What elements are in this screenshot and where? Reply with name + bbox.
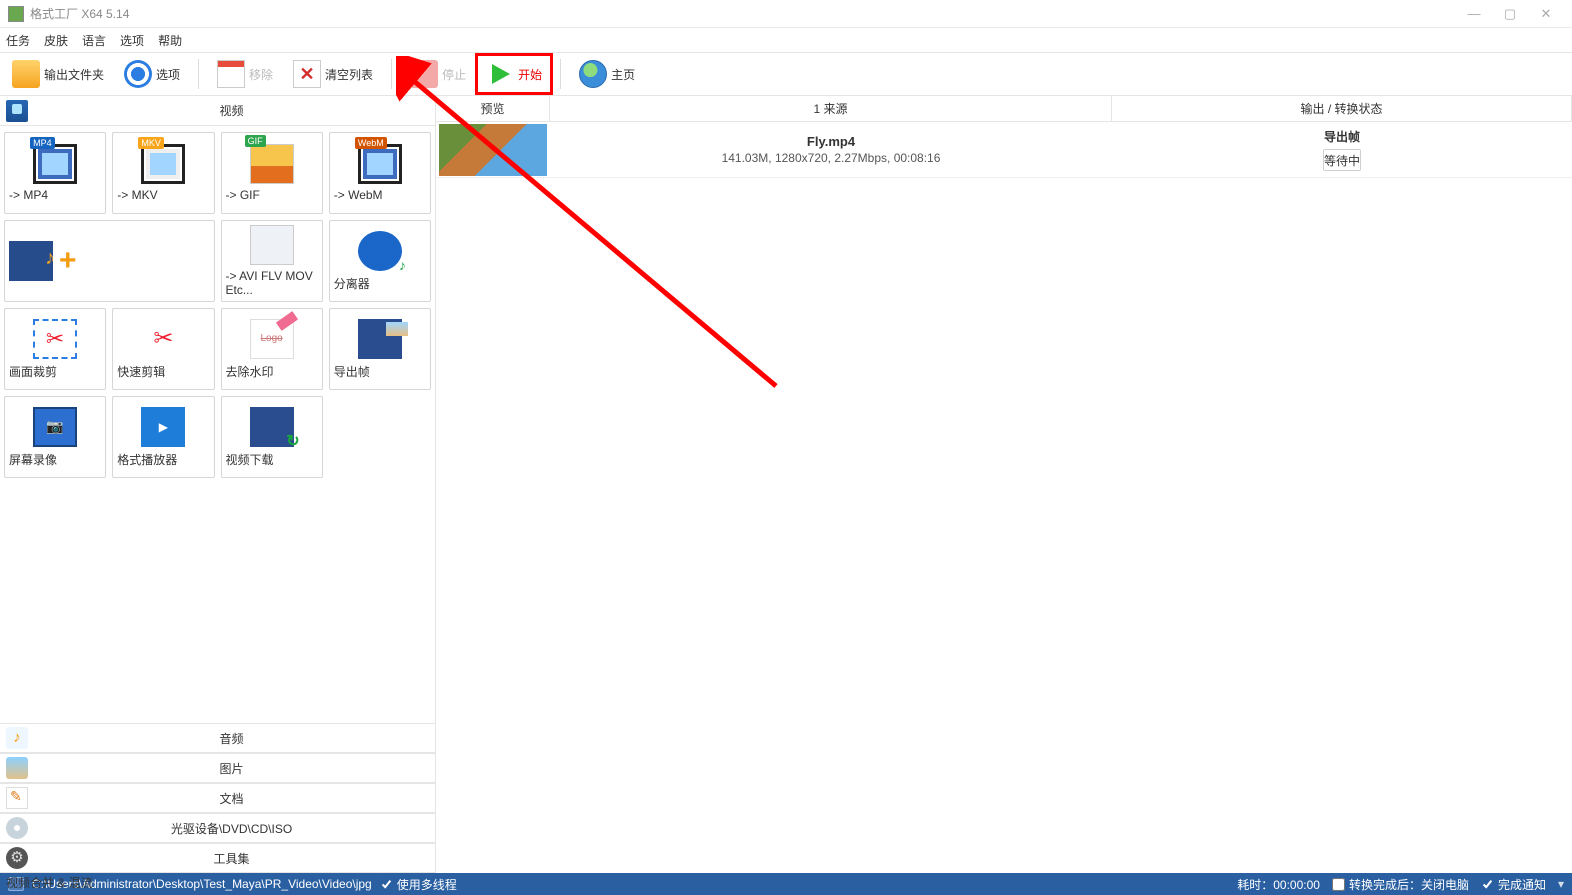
category-document-header[interactable]: 文档 (0, 783, 435, 813)
minimize-button[interactable]: — (1456, 4, 1492, 24)
merge-icon (9, 241, 53, 281)
scissors-icon (141, 319, 185, 359)
gear-icon (124, 60, 152, 88)
menubar: 任务 皮肤 语言 选项 帮助 (0, 28, 1572, 52)
player-icon (141, 407, 185, 447)
tool-merge-mux[interactable]: + 视频合并 & 混流 (4, 220, 215, 302)
status-box: 等待中 (1323, 149, 1361, 171)
category-audio-header[interactable]: 音频 (0, 723, 435, 753)
file-name: Fly.mp4 (807, 134, 855, 149)
tool-screen-record[interactable]: 屏幕录像 (4, 396, 106, 478)
clear-list-button[interactable]: 清空列表 (287, 58, 379, 90)
source-cell: Fly.mp4 141.03M, 1280x720, 2.27Mbps, 00:… (550, 122, 1112, 177)
remove-button[interactable]: 移除 (211, 58, 279, 90)
tool-to-gif[interactable]: GIF -> GIF (221, 132, 323, 214)
notify-done-toggle[interactable]: 完成通知 (1481, 876, 1546, 893)
close-button[interactable]: ✕ (1528, 4, 1564, 24)
options-button[interactable]: 选项 (118, 58, 186, 90)
task-row[interactable]: Fly.mp4 141.03M, 1280x720, 2.27Mbps, 00:… (436, 122, 1572, 178)
notify-checkbox[interactable] (1481, 878, 1494, 891)
remove-icon (217, 60, 245, 88)
folder-icon (12, 60, 40, 88)
app-window: 格式工厂 X64 5.14 — ▢ ✕ 任务 皮肤 语言 选项 帮助 输出文件夹… (0, 0, 1572, 895)
col-preview[interactable]: 预览 (436, 96, 550, 121)
tools-icon (6, 847, 28, 869)
statusbar-chevron-icon[interactable]: ▾ (1558, 877, 1564, 891)
crop-icon (33, 319, 77, 359)
toolbar-separator (560, 59, 561, 89)
thumbnail-cell (436, 122, 550, 177)
collapsed-categories: 音频 图片 文档 光驱设备\DVD\CD\ISO 工具集 (0, 723, 435, 873)
col-output[interactable]: 输出 / 转换状态 (1112, 96, 1572, 121)
picture-icon: GIF (250, 144, 294, 184)
maximize-button[interactable]: ▢ (1492, 4, 1528, 24)
menu-lang[interactable]: 语言 (82, 32, 106, 49)
film-icon: MP4 (33, 144, 77, 184)
multithread-checkbox[interactable] (380, 878, 393, 891)
output-mode: 导出帧 (1324, 128, 1360, 145)
tool-export-frames[interactable]: 导出帧 (329, 308, 431, 390)
disc-icon: MKV (141, 144, 185, 184)
sidebar: 视频 MP4 -> MP4 MKV -> MKV GIF -> GIF WebM… (0, 96, 436, 873)
tool-quick-cut[interactable]: 快速剪辑 (112, 308, 214, 390)
menu-task[interactable]: 任务 (6, 32, 30, 49)
stop-icon (410, 60, 438, 88)
category-image-header[interactable]: 图片 (0, 753, 435, 783)
screen-icon (33, 407, 77, 447)
tool-video-download[interactable]: 视频下载 (221, 396, 323, 478)
statusbar: C:\Users\Administrator\Desktop\Test_Maya… (0, 873, 1572, 895)
main-body: 视频 MP4 -> MP4 MKV -> MKV GIF -> GIF WebM… (0, 96, 1572, 873)
toolbar: 输出文件夹 选项 移除 清空列表 停止 开始 主页 (0, 52, 1572, 96)
play-icon (486, 60, 514, 88)
menu-skin[interactable]: 皮肤 (44, 32, 68, 49)
film-icon: WebM (358, 144, 402, 184)
image-icon (6, 757, 28, 779)
status-text: 等待中 (1324, 152, 1360, 169)
tool-to-mp4[interactable]: MP4 -> MP4 (4, 132, 106, 214)
app-icon (8, 6, 24, 22)
formats-icon (250, 225, 294, 265)
home-button[interactable]: 主页 (573, 58, 641, 90)
video-tools-grid: MP4 -> MP4 MKV -> MKV GIF -> GIF WebM ->… (0, 126, 435, 723)
audio-icon (6, 727, 28, 749)
tool-format-player[interactable]: 格式播放器 (112, 396, 214, 478)
disc-icon (6, 817, 28, 839)
tool-splitter[interactable]: 分离器 (329, 220, 431, 302)
window-title: 格式工厂 X64 5.14 (30, 5, 129, 22)
eraser-icon (250, 319, 294, 359)
globe-icon (579, 60, 607, 88)
task-list-panel: 预览 1 来源 输出 / 转换状态 Fly.mp4 141.03M, 1280x… (436, 96, 1572, 873)
tool-crop[interactable]: 画面裁剪 (4, 308, 106, 390)
titlebar: 格式工厂 X64 5.14 — ▢ ✕ (0, 0, 1572, 28)
tool-to-webm[interactable]: WebM -> WebM (329, 132, 431, 214)
tool-remove-watermark[interactable]: 去除水印 (221, 308, 323, 390)
category-disc-header[interactable]: 光驱设备\DVD\CD\ISO (0, 813, 435, 843)
toolbar-separator (198, 59, 199, 89)
menu-options[interactable]: 选项 (120, 32, 144, 49)
category-tools-header[interactable]: 工具集 (0, 843, 435, 873)
video-thumbnail (439, 124, 547, 176)
video-icon (6, 100, 28, 122)
col-source[interactable]: 1 来源 (550, 96, 1112, 121)
splitter-icon (358, 231, 402, 271)
frames-icon (358, 319, 402, 359)
clear-icon (293, 60, 321, 88)
tool-to-mkv[interactable]: MKV -> MKV (112, 132, 214, 214)
stop-button[interactable]: 停止 (404, 58, 472, 90)
document-icon (6, 787, 28, 809)
category-video-header[interactable]: 视频 (0, 96, 435, 126)
shutdown-checkbox[interactable] (1332, 878, 1345, 891)
multithread-toggle[interactable]: 使用多线程 (380, 876, 457, 893)
shutdown-after-toggle[interactable]: 转换完成后：关闭电脑 (1332, 876, 1469, 893)
output-cell: 导出帧 等待中 (1112, 122, 1572, 177)
elapsed-label: 耗时：00:00:00 (1237, 876, 1320, 893)
file-meta: 141.03M, 1280x720, 2.27Mbps, 00:08:16 (722, 151, 941, 165)
output-folder-button[interactable]: 输出文件夹 (6, 58, 110, 90)
menu-help[interactable]: 帮助 (158, 32, 182, 49)
download-icon (250, 407, 294, 447)
tool-to-avi-etc[interactable]: -> AVI FLV MOV Etc... (221, 220, 323, 302)
list-header: 预览 1 来源 输出 / 转换状态 (436, 96, 1572, 122)
toolbar-separator (391, 59, 392, 89)
start-button[interactable]: 开始 (480, 58, 548, 90)
